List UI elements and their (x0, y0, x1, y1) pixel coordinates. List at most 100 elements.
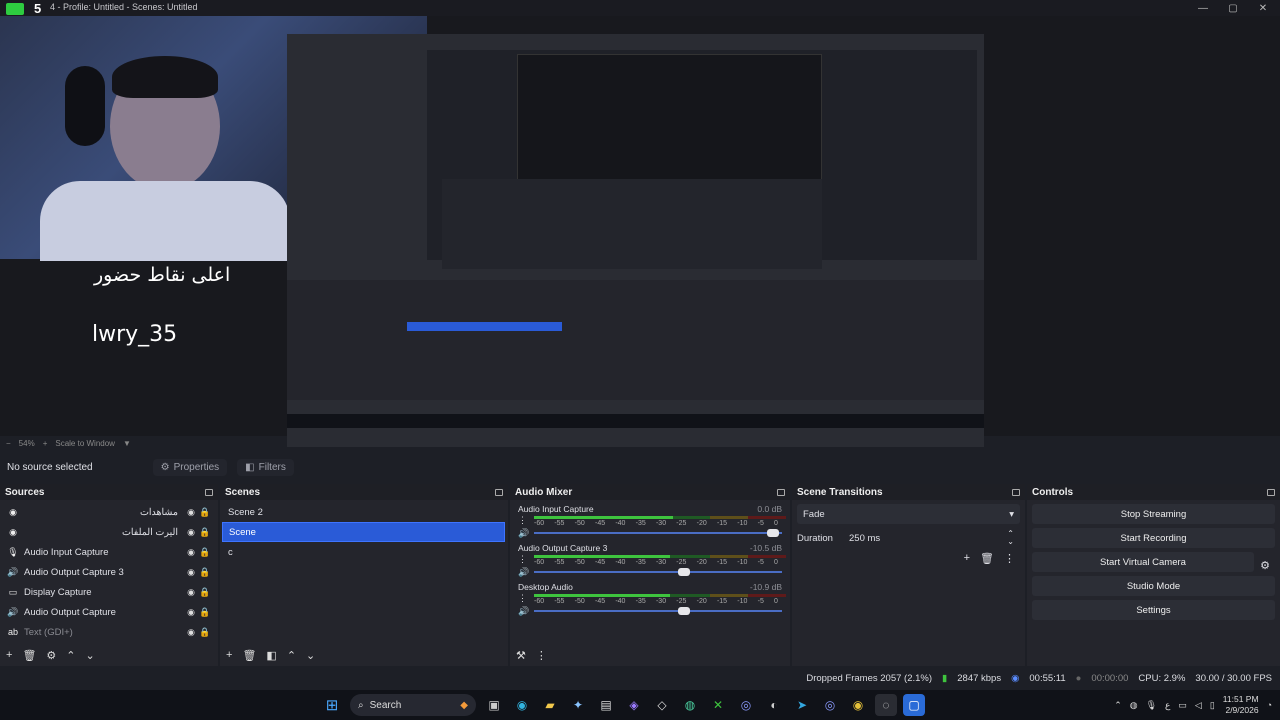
chrome-icon[interactable]: ◉ (847, 694, 869, 716)
steam-icon[interactable]: ◐ (763, 694, 785, 716)
speaker-icon[interactable]: 🔊 (518, 606, 532, 617)
spin-arrows-icon[interactable]: ⌃ ⌄ (1007, 530, 1014, 546)
undock-icon[interactable] (1267, 488, 1275, 496)
properties-button[interactable]: ⚙ Properties (152, 458, 228, 476)
visibility-eye-icon[interactable]: ◉ (184, 627, 198, 638)
remove-scene-icon[interactable]: 🗑 (242, 649, 256, 662)
lock-icon[interactable]: 🔒 (198, 507, 212, 518)
scale-dropdown-icon[interactable]: ▼ (123, 439, 131, 448)
transition-menu-icon[interactable]: ⋮ (1004, 552, 1015, 565)
lock-icon[interactable]: 🔒 (198, 627, 212, 638)
windows-start-icon[interactable]: ⊞ (321, 694, 343, 716)
preview-canvas[interactable]: اعلى نقاط حضور lwry_35 (0, 16, 1280, 447)
duration-spinbox[interactable]: 250 ms ⌃ ⌄ (843, 528, 1020, 548)
microphone-icon[interactable]: 🎙 (1146, 700, 1157, 711)
fader-knob[interactable] (678, 568, 690, 576)
language-icon[interactable]: ع (1165, 700, 1170, 711)
volume-icon[interactable]: ◁ (1195, 700, 1202, 711)
maximize-button[interactable]: ▢ (1218, 0, 1248, 16)
speaker-icon[interactable]: 🔊 (518, 528, 532, 539)
app-blue-icon[interactable]: ▢ (903, 694, 925, 716)
source-row[interactable]: ◉ مشاهدات ◉ 🔒 (0, 502, 218, 522)
source-row[interactable]: ▭ Display Capture ◉ 🔒 (0, 582, 218, 602)
undock-icon[interactable] (205, 488, 213, 496)
close-button[interactable]: ✕ (1248, 0, 1278, 16)
start-virtual-camera-button[interactable]: Start Virtual Camera (1032, 552, 1254, 572)
add-scene-icon[interactable]: + (226, 649, 232, 661)
discord-icon[interactable]: ◎ (735, 694, 757, 716)
undock-icon[interactable] (1012, 488, 1020, 496)
channel-menu-icon[interactable]: ⋮ (518, 515, 527, 526)
visibility-eye-icon[interactable]: ◉ (184, 607, 198, 618)
add-source-icon[interactable]: + (6, 649, 12, 661)
lock-icon[interactable]: 🔒 (198, 527, 212, 538)
zoom-out-icon[interactable]: − (6, 439, 11, 448)
file-explorer-icon[interactable]: ▰ (539, 694, 561, 716)
move-down-icon[interactable]: ⌄ (306, 649, 315, 662)
start-recording-button[interactable]: Start Recording (1032, 528, 1275, 548)
speaker-icon[interactable]: 🔊 (518, 567, 532, 578)
remove-source-icon[interactable]: 🗑 (22, 649, 36, 662)
visibility-eye-icon[interactable]: ◉ (184, 567, 198, 578)
channel-menu-icon[interactable]: ⋮ (518, 554, 527, 565)
battery-icon[interactable]: ▯ (1210, 700, 1215, 711)
settings-button[interactable]: Settings (1032, 600, 1275, 620)
lock-icon[interactable]: 🔒 (198, 607, 212, 618)
scene-row[interactable]: c (222, 542, 505, 562)
source-settings-icon[interactable]: ⚙ (46, 649, 56, 662)
source-row[interactable]: 🎙 Audio Input Capture ◉ 🔒 (0, 542, 218, 562)
edge-icon[interactable]: ◉ (511, 694, 533, 716)
obs-icon[interactable]: ◌ (875, 694, 897, 716)
visual-studio-icon[interactable]: ◈ (623, 694, 645, 716)
volume-fader[interactable]: 🔊 (518, 566, 782, 578)
scene-row[interactable]: Scene 2 (222, 502, 505, 522)
notifications-icon[interactable]: ◔ (1267, 700, 1272, 710)
store-icon[interactable]: ▤ (595, 694, 617, 716)
move-up-icon[interactable]: ⌃ (66, 649, 75, 662)
taskbar-search[interactable]: ⌕ Search ◆ (350, 694, 476, 716)
source-row[interactable]: 🔊 Audio Output Capture ◉ 🔒 (0, 602, 218, 622)
undock-icon[interactable] (495, 488, 503, 496)
fader-knob[interactable] (678, 607, 690, 615)
filters-button[interactable]: ◧ Filters (237, 458, 294, 476)
stop-streaming-button[interactable]: Stop Streaming (1032, 504, 1275, 524)
telegram-icon[interactable]: ➤ (791, 694, 813, 716)
xbox-icon[interactable]: ✕ (707, 694, 729, 716)
visibility-eye-icon[interactable]: ◉ (184, 587, 198, 598)
virtual-camera-settings-icon[interactable]: ⚙ (1260, 559, 1270, 572)
network-icon[interactable]: ▭ (1178, 700, 1187, 711)
globe-icon[interactable]: ◍ (679, 694, 701, 716)
remove-transition-icon[interactable]: 🗑 (980, 552, 994, 565)
lock-icon[interactable]: 🔒 (198, 547, 212, 558)
add-transition-icon[interactable]: + (964, 552, 970, 565)
visibility-eye-icon[interactable]: ◉ (184, 527, 198, 538)
move-down-icon[interactable]: ⌄ (86, 649, 95, 662)
lock-icon[interactable]: 🔒 (198, 567, 212, 578)
app-tray-icon[interactable]: ◍ (1130, 700, 1138, 711)
minimize-button[interactable]: — (1188, 0, 1218, 16)
chevron-up-icon[interactable]: ⌃ (1114, 700, 1122, 711)
channel-menu-icon[interactable]: ⋮ (518, 593, 527, 604)
scene-filter-icon[interactable]: ◧ (266, 649, 276, 662)
undock-icon[interactable] (777, 488, 785, 496)
transition-select[interactable]: Fade ▾ (797, 504, 1020, 524)
source-row[interactable]: ◉ اليرت الملفات ◉ 🔒 (0, 522, 218, 542)
visibility-eye-icon[interactable]: ◉ (184, 507, 198, 518)
advanced-audio-icon[interactable]: ⚒ (516, 649, 526, 662)
volume-fader[interactable]: 🔊 (518, 527, 782, 539)
scene-row[interactable]: Scene (222, 522, 505, 542)
copilot-icon[interactable]: ✦ (567, 694, 589, 716)
visibility-eye-icon[interactable]: ◉ (184, 547, 198, 558)
fader-knob[interactable] (766, 529, 779, 537)
move-up-icon[interactable]: ⌃ (287, 649, 296, 662)
lock-icon[interactable]: 🔒 (198, 587, 212, 598)
clock[interactable]: 11:51 PM 2/9/2026 (1223, 694, 1259, 716)
task-view-icon[interactable]: ▣ (483, 694, 505, 716)
mixer-menu-icon[interactable]: ⋮ (536, 649, 547, 662)
scale-mode[interactable]: Scale to Window (55, 439, 115, 448)
zoom-in-icon[interactable]: + (43, 439, 48, 448)
discord-alt-icon[interactable]: ◎ (819, 694, 841, 716)
source-row[interactable]: 🔊 Audio Output Capture 3 ◉ 🔒 (0, 562, 218, 582)
studio-mode-button[interactable]: Studio Mode (1032, 576, 1275, 596)
source-row[interactable]: ab Text (GDI+) ◉ 🔒 (0, 622, 218, 642)
